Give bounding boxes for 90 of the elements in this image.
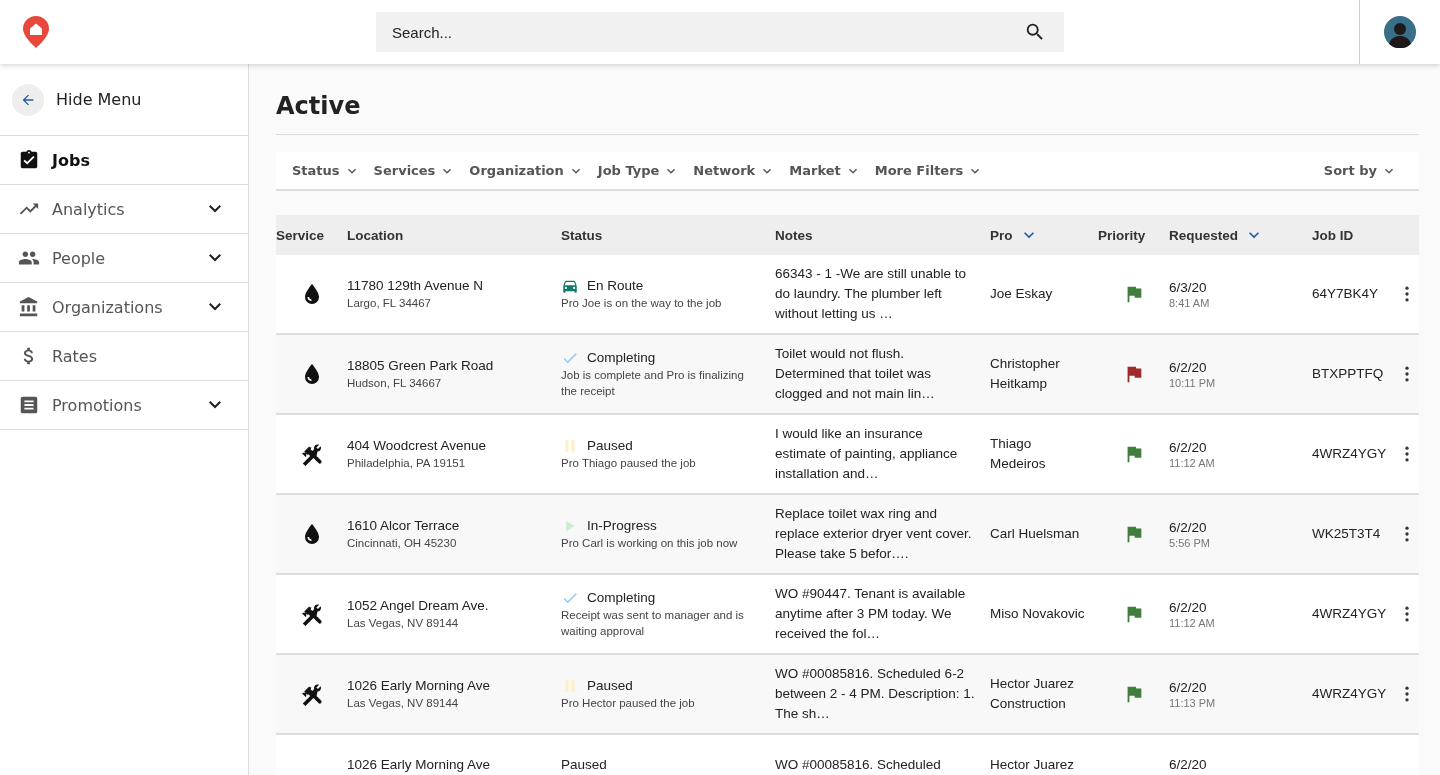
column-header[interactable]: Requested: [1169, 227, 1239, 243]
notes-text: Toilet would not flush. Determined that toilet was clogged and not main lin…: [775, 345, 936, 403]
time-text: 5:56 PM: [1169, 537, 1211, 549]
column-header[interactable]: Status: [561, 227, 603, 243]
job-id: 4WRZ4YGY: [1312, 605, 1388, 623]
filter-dropdown[interactable]: Job Type: [597, 162, 680, 179]
logo-icon[interactable]: [22, 15, 50, 49]
status-detail: Job is complete and Pro is finalizing the receipt: [561, 368, 745, 399]
pro-name: Hector Juarez: [990, 757, 1076, 773]
notes-text: WO #00085816. Scheduled 6-2 between 2 - 4 PM. Description: 1. The sh…: [775, 665, 976, 723]
time-text: 10:11 PM: [1169, 377, 1217, 389]
address-text: 11780 129th Avenue N: [347, 277, 485, 295]
status-label: En Route: [587, 277, 644, 295]
address-text: 1610 Alcor Terrace: [347, 517, 461, 535]
date-text: 6/2/20: [1169, 359, 1208, 377]
status-detail: Pro Hector paused the job: [561, 696, 696, 711]
notes-text: WO #90447. Tenant is available anytime after 3 PM today. We received the fol…: [775, 585, 967, 643]
bank-icon: [18, 296, 40, 318]
search-icon[interactable]: [1024, 21, 1046, 43]
city-text: Las Vegas, NV 89144: [347, 696, 460, 711]
pro-name: Hector Juarez Construction: [990, 675, 1076, 713]
clipboard-check-icon: [18, 149, 40, 171]
date-text: 6/2/20: [1169, 439, 1208, 457]
avatar[interactable]: [1384, 16, 1416, 48]
column-header[interactable]: Priority: [1098, 227, 1146, 243]
city-text: Philadelphia, PA 19151: [347, 456, 467, 471]
pro-name: Thiago Medeiros: [990, 435, 1047, 473]
job-id: 4WRZ4YGY: [1312, 445, 1388, 463]
table-row[interactable]: 1026 Early Morning Ave Paused WO #00085816. Scheduled Hector Juarez 6/2/20: [276, 735, 1419, 775]
filter-dropdown[interactable]: More Filters: [874, 162, 984, 179]
job-id: 4WRZ4YGY: [1312, 685, 1388, 703]
date-text: 6/2/20: [1169, 679, 1208, 697]
city-text: Hudson, FL 34667: [347, 376, 443, 391]
notes-text: 66343 - 1 -We are still unable to do laundry. The plumber left without letting us …: [775, 265, 968, 323]
date-text: 6/2/20: [1169, 757, 1208, 773]
time-text: 11:12 AM: [1169, 617, 1216, 629]
time-text: 8:41 AM: [1169, 297, 1211, 309]
address-text: 1026 Early Morning Ave: [347, 757, 492, 773]
city-text: Cincinnati, OH 45230: [347, 536, 458, 551]
status-label: Completing: [587, 349, 656, 367]
sort-dropdown[interactable]: Sort by: [1323, 162, 1397, 179]
status-label: Completing: [587, 589, 656, 607]
tools-icon: [299, 442, 324, 466]
status-label: Paused: [587, 677, 633, 695]
address-text: 404 Woodcrest Avenue: [347, 437, 488, 455]
time-text: 11:13 PM: [1169, 697, 1217, 709]
address-text: 1052 Angel Dream Ave.: [347, 597, 490, 615]
filter-dropdown[interactable]: Services: [373, 162, 456, 179]
status-detail: Pro Carl is working on this job now: [561, 536, 739, 551]
status-label: Paused: [587, 437, 633, 455]
table-row[interactable]: 11780 129th Avenue N Largo, FL 34467 En Route Pro Joe is on the way to the job 66343 - 1 -We are still unable to do laundry. The plumber left without letting us … Joe Eskay 6/3/20 8:41 AM 64Y7BK4Y: [276, 255, 1419, 335]
notes-text: Replace toilet wax ring and replace exterior dryer vent cover. Please take 5 befor….: [775, 505, 973, 563]
time-text: 11:12 AM: [1169, 457, 1216, 469]
pro-name: Miso Novakovic: [990, 605, 1086, 623]
date-text: 6/2/20: [1169, 519, 1208, 537]
status-label: In-Progress: [587, 517, 657, 535]
date-text: 6/3/20: [1169, 279, 1208, 297]
status-detail: Receipt was sent to manager and is waiting approval: [561, 608, 745, 639]
date-text: 6/2/20: [1169, 599, 1208, 617]
status-detail: Pro Thiago paused the job: [561, 456, 697, 471]
filter-dropdown[interactable]: Network: [693, 162, 776, 179]
notes-text: WO #00085816. Scheduled: [775, 757, 942, 773]
column-header[interactable]: Notes: [775, 227, 813, 243]
city-text: Las Vegas, NV 89144: [347, 616, 460, 631]
status-detail: Pro Joe is on the way to the job: [561, 296, 723, 311]
city-text: Largo, FL 34467: [347, 296, 432, 311]
filter-dropdown[interactable]: Organization: [469, 162, 584, 179]
pro-name: Carl Huelsman: [990, 525, 1081, 543]
column-header[interactable]: Pro: [990, 227, 1013, 243]
job-id: 64Y7BK4Y: [1312, 285, 1380, 303]
address-text: 1026 Early Morning Ave: [347, 677, 492, 695]
notes-text: I would like an insurance estimate of painting, appliance installation and…: [775, 425, 959, 483]
search-field[interactable]: Search...: [376, 12, 1064, 52]
filter-dropdown[interactable]: Status: [292, 162, 360, 179]
tools-icon: [299, 682, 324, 706]
pro-name: Joe Eskay: [990, 285, 1054, 303]
column-header[interactable]: Service: [276, 227, 325, 243]
address-text: 18805 Green Park Road: [347, 357, 495, 375]
job-id: WK25T3T4: [1312, 525, 1382, 543]
tools-icon: [299, 602, 324, 626]
page-title: Active: [276, 64, 1419, 135]
job-id: BTXPPTFQ: [1312, 365, 1385, 383]
pro-name: Christopher Heitkamp: [990, 355, 1061, 393]
table-row[interactable]: [276, 575, 1419, 655]
column-header[interactable]: Job ID: [1312, 227, 1354, 243]
column-header[interactable]: Location: [347, 227, 404, 243]
document-icon: [18, 394, 40, 416]
filter-dropdown[interactable]: Market: [789, 162, 861, 179]
table-row[interactable]: 404 Woodcrest Avenue Philadelphia, PA 19151 Paused Pro Thiago paused the job I would like an insurance estimate of painting, appliance installation and… Thiago Medeiros 6/2/20 11:12 AM 4WRZ4YGY: [276, 415, 1419, 495]
status-label: Paused: [561, 757, 607, 773]
